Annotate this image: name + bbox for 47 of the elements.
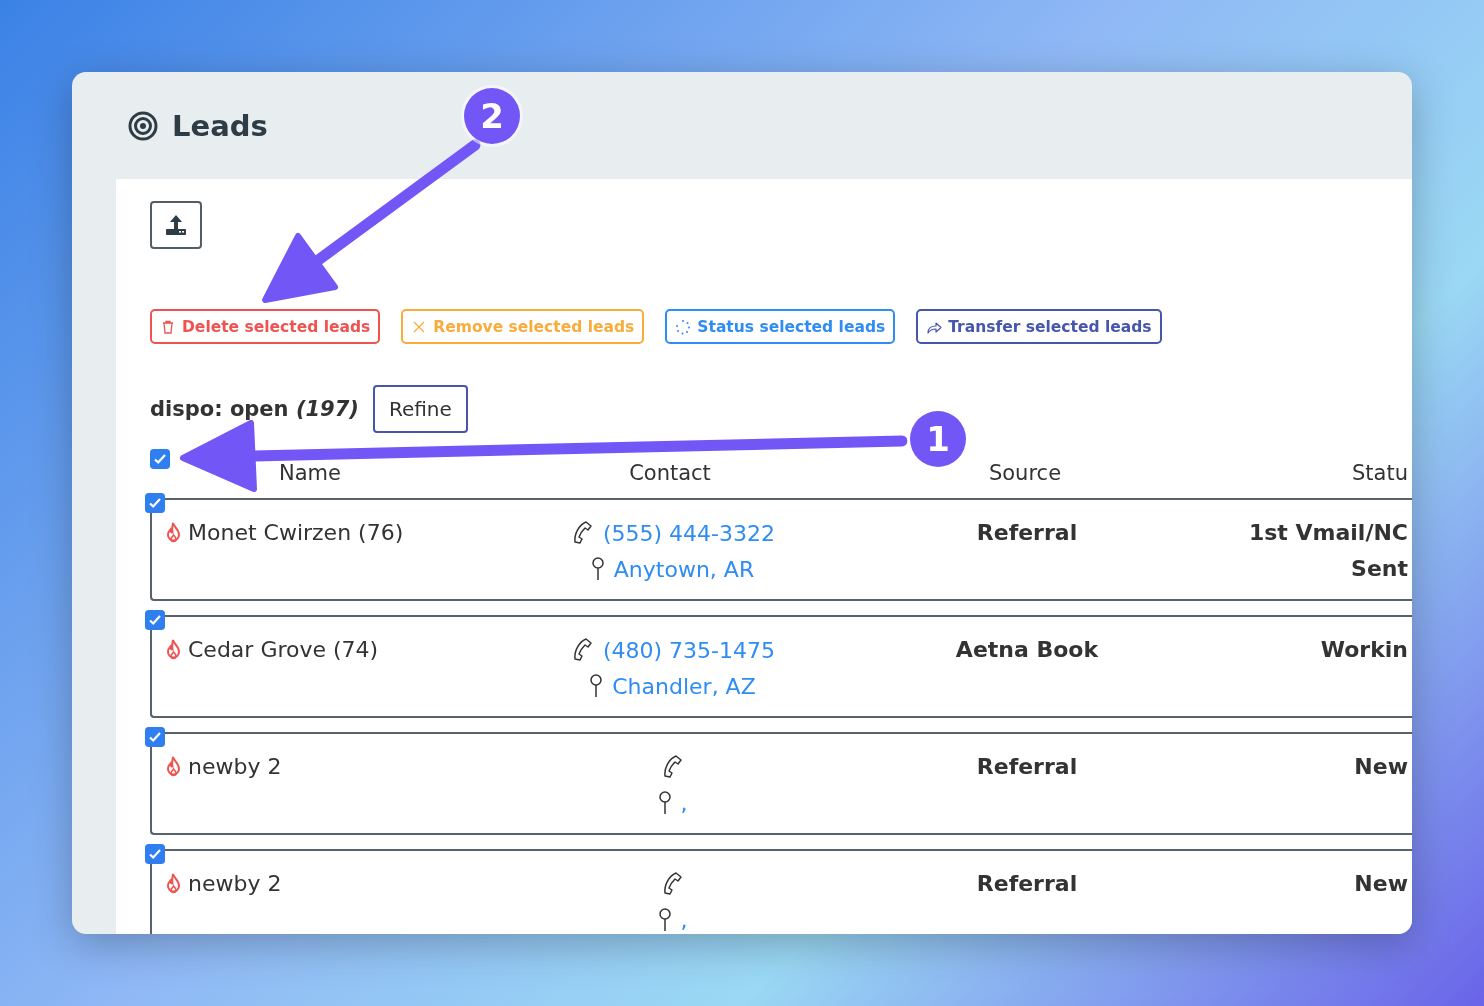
pin-icon [589,556,606,582]
status-text: New [1353,753,1409,781]
column-header: Contact [629,461,711,485]
pin-icon [656,790,673,816]
lead-name: newby 2 [188,871,282,896]
location-link[interactable]: Chandler, AZ [612,673,756,699]
upload-icon [164,214,188,236]
checkbox[interactable] [145,493,165,513]
pin-icon [656,907,673,933]
lead-name: Monet Cwirzen (76) [188,520,404,545]
lead-name: newby 2 [188,754,282,779]
column-header: Statu [1352,461,1408,485]
filter-label: dispo: open (197) [150,397,359,421]
source-text: Referral [975,754,1079,779]
lead-name: Cedar Grove (74) [188,637,379,662]
status-text: Workin [1319,636,1409,664]
lead-row[interactable]: newby 2 , Referral New [150,732,1412,835]
refine-button[interactable]: Refine [372,385,468,433]
target-icon [128,110,158,141]
status-leads-button[interactable]: Status selected leads [665,309,896,344]
column-header: Name [279,461,341,485]
phone-link[interactable]: (555) 444-3322 [602,520,776,546]
lead-row[interactable]: Monet Cwirzen (76) (555) 444-3322 Anytown, AR Referral 1st Vmail/NC Sent [150,498,1412,601]
column-header: Source [988,461,1062,485]
checkbox[interactable] [145,610,165,630]
checkbox[interactable] [150,449,170,469]
spinner-icon [675,318,692,335]
source-text: Referral [975,871,1079,896]
location-link[interactable]: Anytown, AR [613,556,755,582]
source-text: Aetna Book [954,637,1100,662]
pin-icon [588,673,605,699]
transfer-leads-button[interactable]: Transfer selected leads [916,309,1162,344]
trash-icon [160,318,176,335]
remove-leads-button[interactable]: Remove selected leads [401,309,645,344]
checkbox[interactable] [145,727,165,747]
location-link[interactable]: , [680,907,688,933]
checkbox[interactable] [145,844,165,864]
lead-row[interactable]: newby 2 , Referral New [150,849,1412,934]
lead-row[interactable]: Cedar Grove (74) (480) 735-1475 Chandler, AZ Aetna Book Workin [150,615,1412,718]
status-text: 1st Vmail/NC Sent [1247,519,1409,583]
source-text: Referral [975,520,1079,545]
page-title: Leads [172,108,268,143]
phone-link[interactable]: (480) 735-1475 [602,637,776,663]
location-link[interactable]: , [680,790,688,816]
delete-leads-button[interactable]: Delete selected leads [150,309,381,344]
status-text: New [1353,870,1409,898]
upload-button[interactable] [150,201,202,249]
